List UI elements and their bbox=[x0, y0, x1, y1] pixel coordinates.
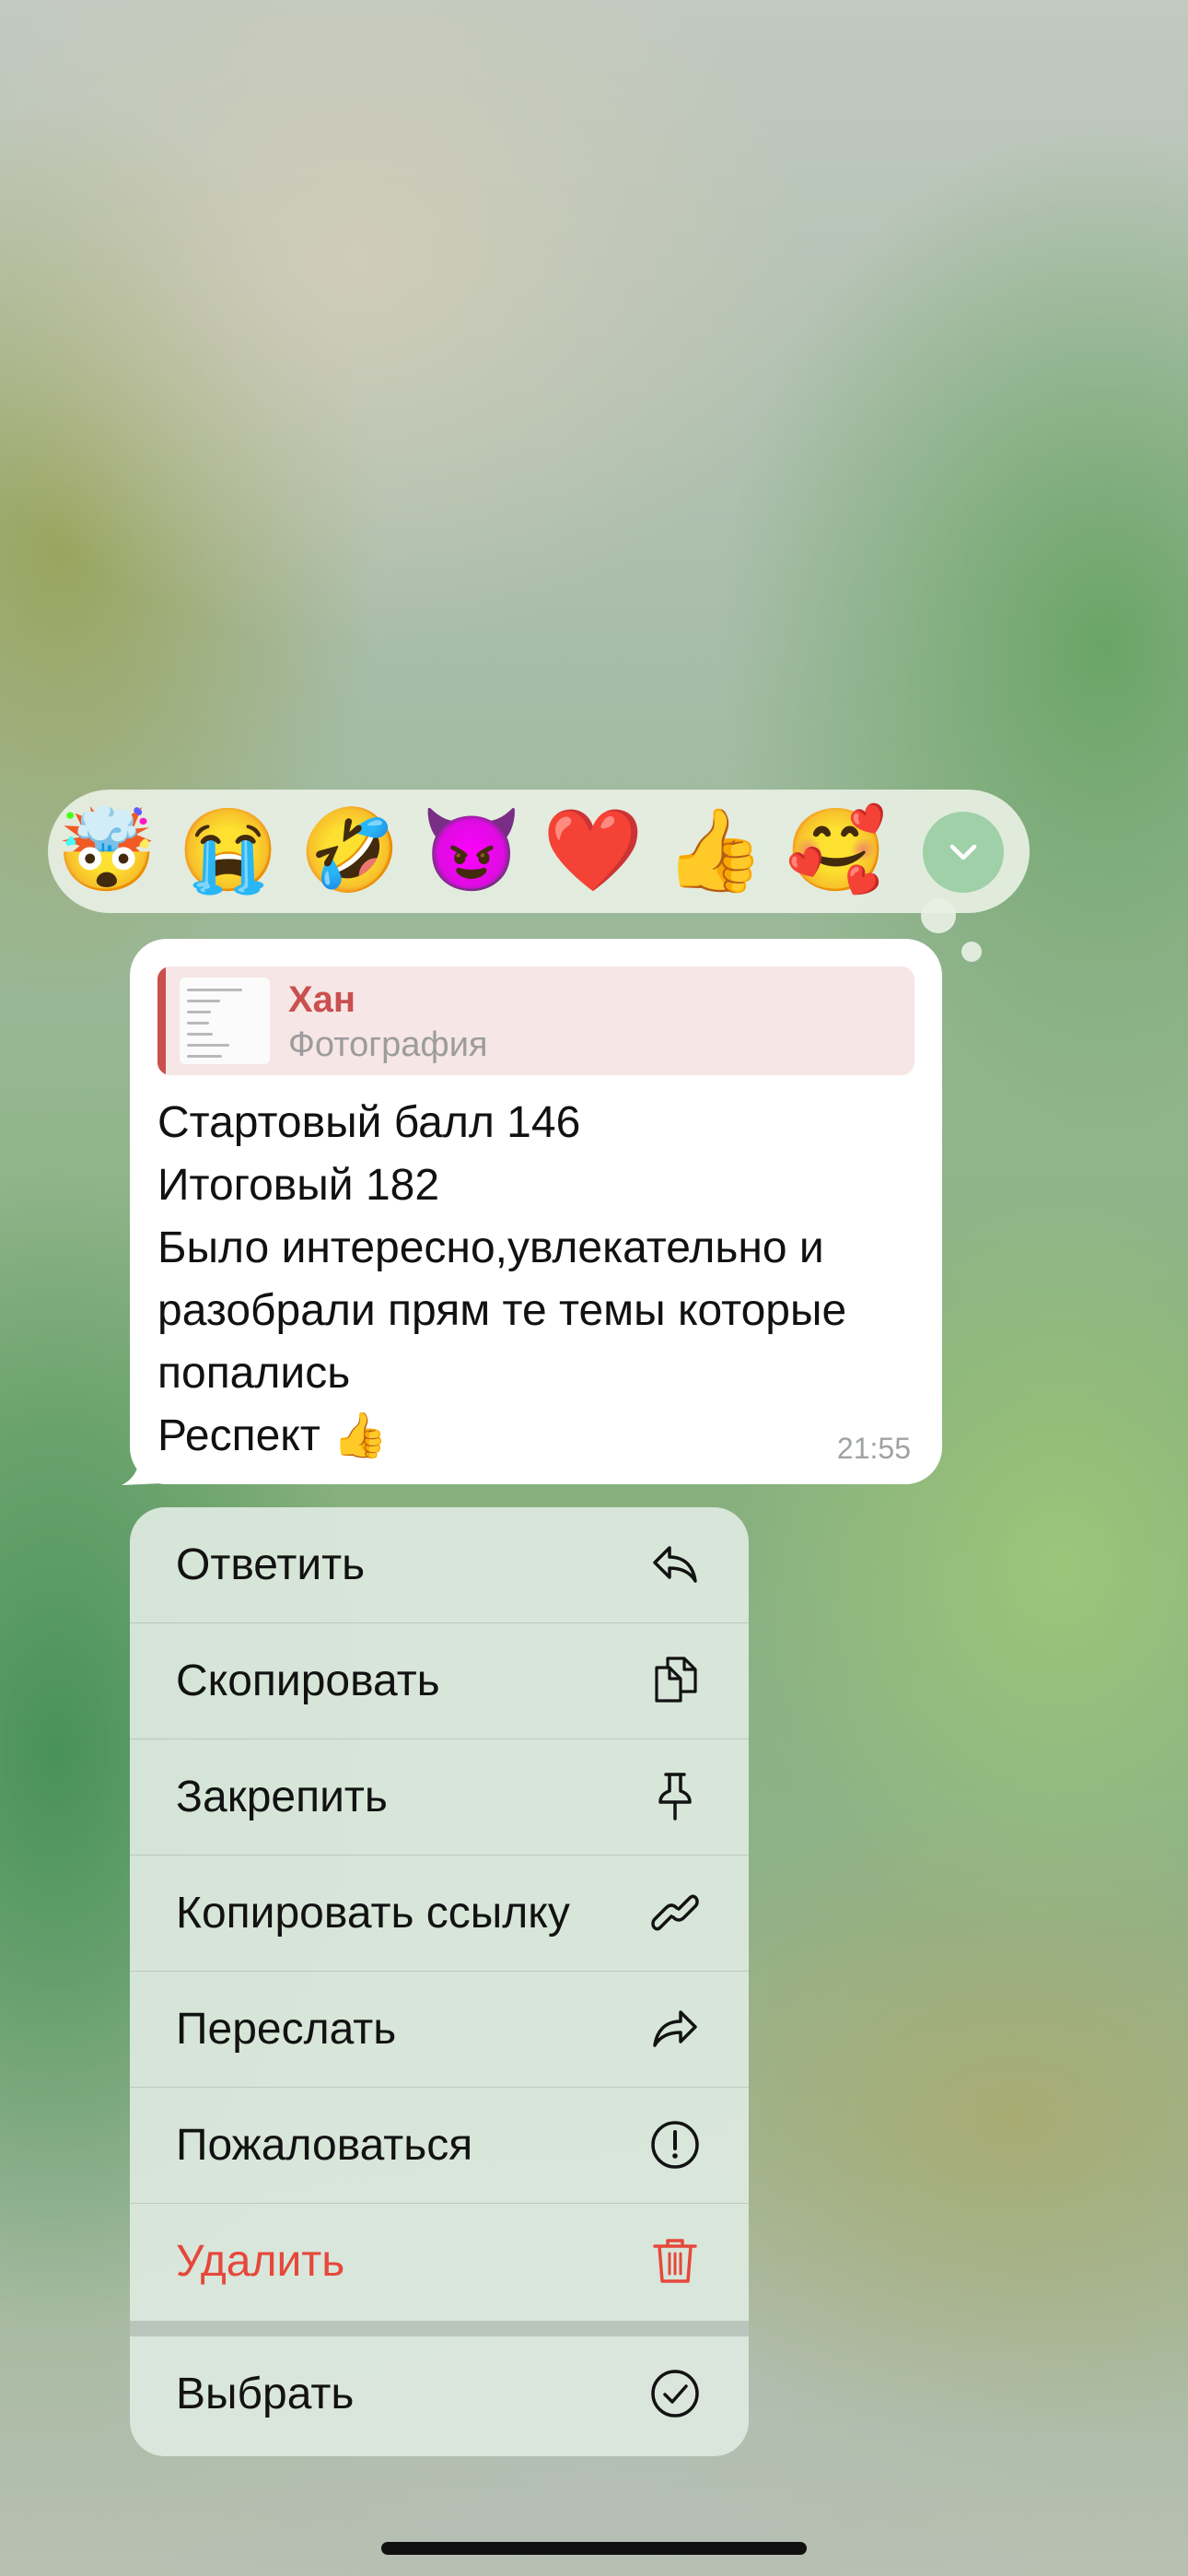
message-line: попались bbox=[157, 1349, 351, 1398]
menu-item-delete[interactable]: Удалить bbox=[130, 2204, 749, 2319]
reaction-bar: 🤯 😭 🤣 😈 ❤️ 👍 🥰 bbox=[48, 790, 1030, 913]
reply-accent-bar bbox=[157, 966, 166, 1075]
reaction-rofl[interactable]: 🤣 bbox=[299, 802, 401, 898]
menu-item-label: Пожаловаться bbox=[176, 2121, 473, 2170]
menu-item-label: Выбрать bbox=[176, 2370, 355, 2418]
copy-icon bbox=[655, 1657, 697, 1703]
menu-section-gap bbox=[130, 2321, 749, 2336]
menu-item-label: Ответить bbox=[176, 1540, 366, 1589]
message-timestamp: 21:55 bbox=[836, 1432, 911, 1465]
message-bubble[interactable]: Хан Фотография Стартовый балл 146 Итогов… bbox=[130, 939, 942, 1484]
menu-item-copy[interactable]: Скопировать bbox=[130, 1623, 749, 1739]
message-line: Было интересно,увлекательно и bbox=[157, 1224, 824, 1272]
message-text: Стартовый балл 146 Итоговый 182 Было инт… bbox=[157, 1092, 922, 1468]
menu-item-label: Копировать ссылку bbox=[176, 1889, 570, 1938]
reply-subtitle: Фотография bbox=[288, 1025, 488, 1064]
reaction-bubble-dot bbox=[961, 942, 982, 962]
reply-icon bbox=[653, 1546, 697, 1583]
reply-author: Хан bbox=[288, 979, 356, 1020]
menu-item-forward[interactable]: Переслать bbox=[130, 1972, 749, 2087]
menu-item-copy-link[interactable]: Копировать ссылку bbox=[130, 1856, 749, 1971]
reply-photo-thumbnail bbox=[180, 978, 270, 1064]
reply-preview[interactable]: Хан Фотография bbox=[157, 966, 914, 1075]
menu-item-pin[interactable]: Закрепить bbox=[130, 1739, 749, 1855]
menu-item-select[interactable]: Выбрать bbox=[130, 2336, 749, 2452]
checkmark-circle-icon bbox=[651, 2370, 699, 2418]
trash-icon bbox=[653, 2239, 697, 2283]
menu-item-report[interactable]: Пожаловаться bbox=[130, 2088, 749, 2203]
reaction-thumbs-up[interactable]: 👍 bbox=[664, 802, 765, 898]
chevron-down-icon bbox=[949, 844, 977, 861]
menu-item-reply[interactable]: Ответить bbox=[130, 1507, 749, 1622]
home-indicator[interactable] bbox=[381, 2542, 807, 2555]
message-line: Стартовый балл 146 bbox=[157, 1098, 581, 1147]
menu-item-label: Скопировать bbox=[176, 1657, 440, 1705]
pin-icon bbox=[658, 1773, 692, 1821]
reaction-heart[interactable]: ❤️ bbox=[542, 802, 644, 898]
reaction-smiling-hearts[interactable]: 🥰 bbox=[786, 802, 887, 898]
message-line: разобрали прям те темы которые bbox=[157, 1286, 847, 1335]
report-icon bbox=[651, 2121, 699, 2169]
menu-item-label: Переслать bbox=[176, 2005, 397, 2054]
link-icon bbox=[651, 1894, 699, 1931]
reaction-devil[interactable]: 😈 bbox=[421, 802, 522, 898]
reaction-crying[interactable]: 😭 bbox=[178, 802, 279, 898]
message-line: Итоговый 182 bbox=[157, 1161, 440, 1210]
message-line: Респект 👍 bbox=[157, 1411, 388, 1460]
reaction-exploding-head[interactable]: 🤯 bbox=[56, 802, 157, 898]
expand-reactions-button[interactable] bbox=[923, 812, 1004, 893]
reaction-bubble-dot bbox=[921, 898, 956, 933]
forward-icon bbox=[653, 2010, 697, 2047]
menu-item-label: Закрепить bbox=[176, 1773, 388, 1821]
context-menu: Ответить Скопировать Закрепить Копироват… bbox=[130, 1507, 749, 2456]
menu-item-label: Удалить bbox=[176, 2237, 345, 2286]
